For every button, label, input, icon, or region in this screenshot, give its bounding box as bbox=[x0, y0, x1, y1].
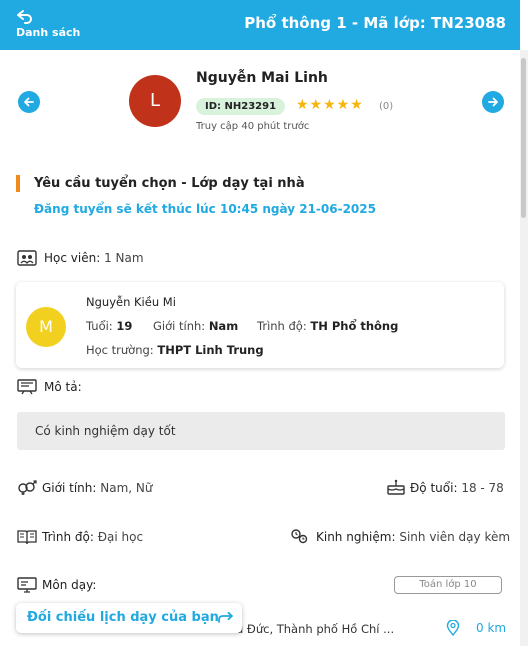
gender-requirement-label: Giới tính: bbox=[42, 481, 97, 495]
deadline-text: Đăng tuyển sẽ kết thúc lúc 10:45 ngày 21… bbox=[34, 202, 376, 216]
student-gender: Giới tính: Nam bbox=[153, 319, 238, 333]
compare-schedule-button[interactable]: Đối chiếu lịch dạy của bạn bbox=[16, 603, 242, 633]
experience-requirement-value: Sinh viên dạy kèm bbox=[399, 530, 511, 544]
age-requirement: Độ tuổi: 18 - 78 bbox=[410, 481, 504, 495]
level-book-icon bbox=[17, 530, 37, 545]
student-card: M Nguyễn Kiều Mi Tuổi: 19 Giới tính: Nam… bbox=[16, 282, 504, 368]
level-requirement: Trình độ: Đại học bbox=[42, 530, 143, 544]
back-button[interactable]: Danh sách bbox=[16, 9, 80, 43]
next-tutor-button[interactable] bbox=[482, 91, 504, 113]
compare-schedule-label: Đối chiếu lịch dạy của bạn bbox=[27, 610, 219, 625]
age-requirement-label: Độ tuổi: bbox=[410, 481, 458, 495]
student-name: Nguyễn Kiều Mi bbox=[86, 295, 176, 309]
subject-monitor-icon bbox=[17, 577, 37, 593]
header-bar: Danh sách Phổ thông 1 - Mã lớp: TN23088 bbox=[0, 0, 520, 50]
students-row: Học viên: 1 Nam bbox=[44, 251, 144, 265]
last-access-text: Truy cập 40 phút trước bbox=[196, 121, 310, 132]
student-age-label: Tuổi: bbox=[86, 319, 113, 333]
gender-icon bbox=[18, 480, 37, 495]
description-label: Mô tả: bbox=[44, 380, 82, 394]
experience-requirement-label: Kinh nghiệm: bbox=[316, 530, 396, 544]
student-level-value: TH Phổ thông bbox=[310, 319, 399, 333]
description-icon bbox=[17, 379, 37, 395]
student-school-value: THPT Linh Trung bbox=[157, 343, 264, 357]
tutor-id-badge: ID: NH23291 bbox=[196, 98, 286, 115]
section-marker bbox=[16, 175, 20, 192]
students-label: Học viên: bbox=[44, 251, 101, 265]
students-icon bbox=[17, 250, 37, 266]
page-title: Phổ thông 1 - Mã lớp: TN23088 bbox=[244, 14, 506, 32]
level-requirement-label: Trình độ: bbox=[42, 530, 94, 544]
distance-text: 0 km bbox=[476, 621, 507, 635]
gender-requirement: Giới tính: Nam, Nữ bbox=[42, 481, 152, 495]
student-level-label: Trình độ: bbox=[257, 319, 307, 333]
experience-requirement: Kinh nghiệm: Sinh viên dạy kèm bbox=[316, 530, 510, 544]
arrow-left-icon bbox=[24, 97, 34, 107]
experience-icon bbox=[291, 529, 308, 544]
age-requirement-value: 18 - 78 bbox=[461, 481, 504, 495]
student-age: Tuổi: 19 bbox=[86, 319, 132, 333]
student-school: Học trường: THPT Linh Trung bbox=[86, 343, 264, 357]
scrollbar[interactable] bbox=[520, 50, 528, 646]
back-label: Danh sách bbox=[16, 26, 81, 39]
previous-tutor-button[interactable] bbox=[18, 91, 40, 113]
subjects-label: Môn dạy: bbox=[42, 578, 97, 592]
student-gender-value: Nam bbox=[208, 319, 239, 333]
student-school-label: Học trường: bbox=[86, 343, 154, 357]
forward-arrow-icon bbox=[218, 612, 233, 623]
rating-stars: ★★★★★ bbox=[296, 97, 364, 113]
description-text: Có kinh nghiệm dạy tốt bbox=[35, 424, 176, 438]
section-title: Yêu cầu tuyển chọn - Lớp dạy tại nhà bbox=[34, 176, 305, 191]
tutor-name[interactable]: Nguyễn Mai Linh bbox=[196, 70, 328, 86]
student-gender-label: Giới tính: bbox=[153, 319, 206, 333]
location-pin-icon[interactable] bbox=[446, 620, 460, 636]
student-avatar: M bbox=[26, 307, 66, 347]
arrow-right-icon bbox=[488, 97, 498, 107]
student-level: Trình độ: TH Phổ thông bbox=[257, 319, 398, 333]
tutor-avatar[interactable]: L bbox=[129, 75, 181, 127]
back-arrow-icon bbox=[17, 10, 32, 24]
birthday-cake-icon bbox=[387, 479, 405, 495]
description-box: Có kinh nghiệm dạy tốt bbox=[17, 412, 505, 450]
rating-count: (0) bbox=[379, 101, 394, 112]
level-requirement-value: Đại học bbox=[97, 530, 144, 544]
student-age-value: 19 bbox=[116, 319, 133, 333]
gender-requirement-value: Nam, Nữ bbox=[100, 481, 153, 495]
scrollbar-thumb[interactable] bbox=[521, 58, 526, 218]
students-value: 1 Nam bbox=[104, 251, 144, 265]
subject-tag: Toán lớp 10 bbox=[394, 576, 502, 594]
